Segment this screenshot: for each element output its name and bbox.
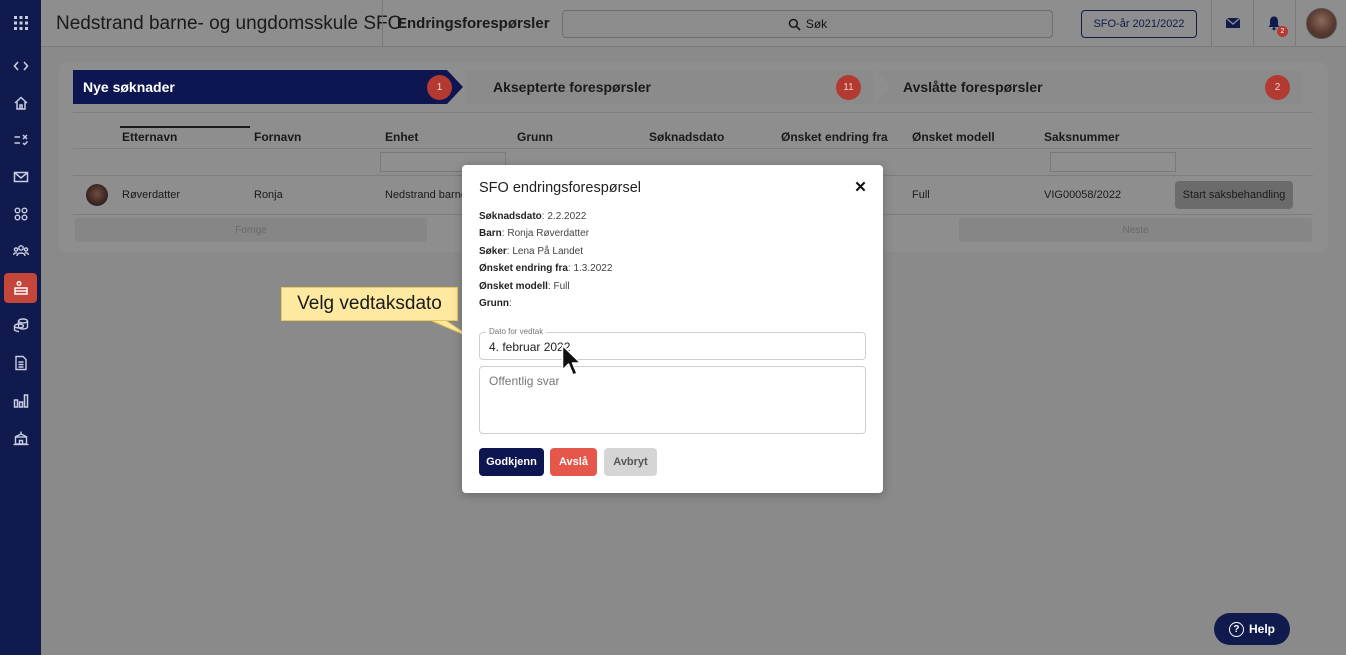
start-case-button[interactable]: Start saksbehandling [1175, 181, 1293, 209]
approve-button[interactable]: Godkjenn [479, 448, 544, 476]
groups-icon[interactable] [0, 199, 41, 229]
cell-etternavn: Røverdatter [122, 189, 181, 201]
public-reply-textarea[interactable]: Offentlig svar [479, 366, 866, 434]
divider [73, 148, 1313, 149]
help-label: Help [1248, 622, 1275, 636]
cell-modell: Full [912, 189, 930, 201]
help-icon: ? [1228, 621, 1244, 637]
column-header[interactable]: Grunn [517, 130, 553, 144]
sidebar [0, 0, 41, 655]
column-header[interactable]: Ønsket modell [912, 130, 995, 144]
people-icon[interactable] [0, 236, 41, 266]
info-label: Søker [479, 246, 507, 257]
prev-page-button[interactable]: Forrige [75, 218, 427, 242]
sort-indicator [120, 126, 250, 128]
apps-grid-icon[interactable] [0, 8, 41, 38]
header-divider [1211, 0, 1212, 47]
tab-accepted-requests[interactable]: Aksepterte forespørsler 11 [465, 70, 873, 104]
info-line: Barn: Ronja Røverdatter [479, 228, 589, 239]
messages-icon[interactable] [1222, 12, 1244, 34]
info-line: Ønsket modell: Full [479, 281, 570, 292]
info-line: Søknadsdato: 2.2.2022 [479, 211, 586, 222]
document-icon[interactable] [0, 348, 41, 378]
tab-label: Avslåtte forespørsler [903, 79, 1043, 95]
info-label: Ønsket modell [479, 281, 548, 292]
info-label: Ønsket endring fra [479, 263, 568, 274]
info-label: Grunn [479, 298, 509, 309]
change-request-dialog: SFO endringsforespørsel Søknadsdato: 2.2… [462, 165, 883, 493]
tab-rejected-requests[interactable]: Avslåtte forespørsler 2 [875, 70, 1302, 104]
cancel-button[interactable]: Avbryt [604, 448, 657, 476]
mail-icon[interactable] [0, 162, 41, 192]
info-line: Ønsket endring fra: 1.3.2022 [479, 263, 612, 274]
dialog-title: SFO endringsforespørsel [479, 180, 641, 196]
top-header: Nedstrand barne- og ungdomsskule SFO End… [41, 0, 1346, 47]
mouse-cursor-icon [561, 344, 582, 376]
date-value: 4. februar 2022 [489, 340, 571, 354]
column-header[interactable]: Enhet [385, 130, 418, 144]
user-avatar[interactable] [1306, 8, 1337, 39]
next-page-button[interactable]: Neste [959, 218, 1312, 242]
decision-date-field[interactable]: Dato for vedtak 4. februar 2022 [479, 327, 866, 360]
count-badge: 2 [1265, 75, 1290, 100]
notification-badge: 2 [1277, 26, 1288, 37]
info-label: Barn [479, 228, 502, 239]
help-button[interactable]: ? Help [1214, 613, 1290, 645]
column-header[interactable]: Saksnummer [1044, 130, 1119, 144]
reject-button[interactable]: Avslå [550, 448, 597, 476]
filter-saksnummer-input[interactable] [1050, 152, 1176, 172]
divider [73, 112, 1313, 113]
info-value: : Ronja Røverdatter [501, 228, 590, 239]
reports-icon[interactable] [0, 386, 41, 416]
page-title: Endringsforespørsler [397, 15, 550, 32]
table-header: Etternavn Fornavn Enhet Grunn Søknadsdat… [73, 126, 1313, 148]
info-value: : Lena På Landet [506, 246, 583, 257]
payments-icon[interactable] [0, 310, 41, 340]
header-divider [382, 0, 383, 47]
cell-fornavn: Ronja [254, 189, 283, 201]
info-line: Grunn: [479, 298, 512, 309]
count-badge: 1 [427, 75, 452, 100]
child-avatar [86, 184, 108, 206]
callout-label: Velg vedtaksdato [281, 287, 458, 321]
tab-new-applications[interactable]: Nye søknader [73, 70, 463, 104]
info-value: : 2.2.2022 [541, 211, 587, 222]
cell-saksnummer: VIG00058/2022 [1044, 189, 1122, 201]
info-value: : [509, 298, 512, 309]
search-placeholder: Søk [805, 17, 828, 31]
tasks-icon[interactable] [0, 125, 41, 155]
column-header[interactable]: Etternavn [122, 130, 177, 144]
collapse-toggle-icon[interactable] [0, 51, 41, 81]
sfo-icon[interactable] [4, 273, 37, 303]
sfo-year-button[interactable]: SFO-år 2021/2022 [1081, 10, 1197, 38]
count-badge: 11 [836, 75, 861, 100]
info-value: : 1.3.2022 [567, 263, 613, 274]
search-icon [788, 18, 801, 31]
textarea-placeholder: Offentlig svar [489, 374, 560, 388]
school-name: Nedstrand barne- og ungdomsskule SFO [56, 13, 403, 34]
column-header[interactable]: Ønsket endring fra [781, 130, 888, 144]
column-header[interactable]: Fornavn [254, 130, 301, 144]
info-value: : Full [547, 281, 570, 292]
header-divider [1253, 0, 1254, 47]
header-divider [1295, 0, 1296, 47]
field-legend: Dato for vedtak [486, 327, 547, 336]
column-header[interactable]: Søknadsdato [649, 130, 724, 144]
search-input[interactable]: Søk [562, 10, 1053, 38]
status-steps: Nye søknader 1 Aksepterte forespørsler 1… [73, 70, 1302, 104]
tab-label: Nye søknader [83, 79, 175, 95]
home-icon[interactable] [0, 88, 41, 118]
close-icon[interactable] [851, 177, 869, 195]
tab-label: Aksepterte forespørsler [493, 79, 651, 95]
cell-enhet: Nedstrand barne- [385, 189, 471, 201]
info-label: Søknadsdato [479, 211, 542, 222]
school-icon[interactable] [0, 423, 41, 453]
info-line: Søker: Lena På Landet [479, 246, 583, 257]
